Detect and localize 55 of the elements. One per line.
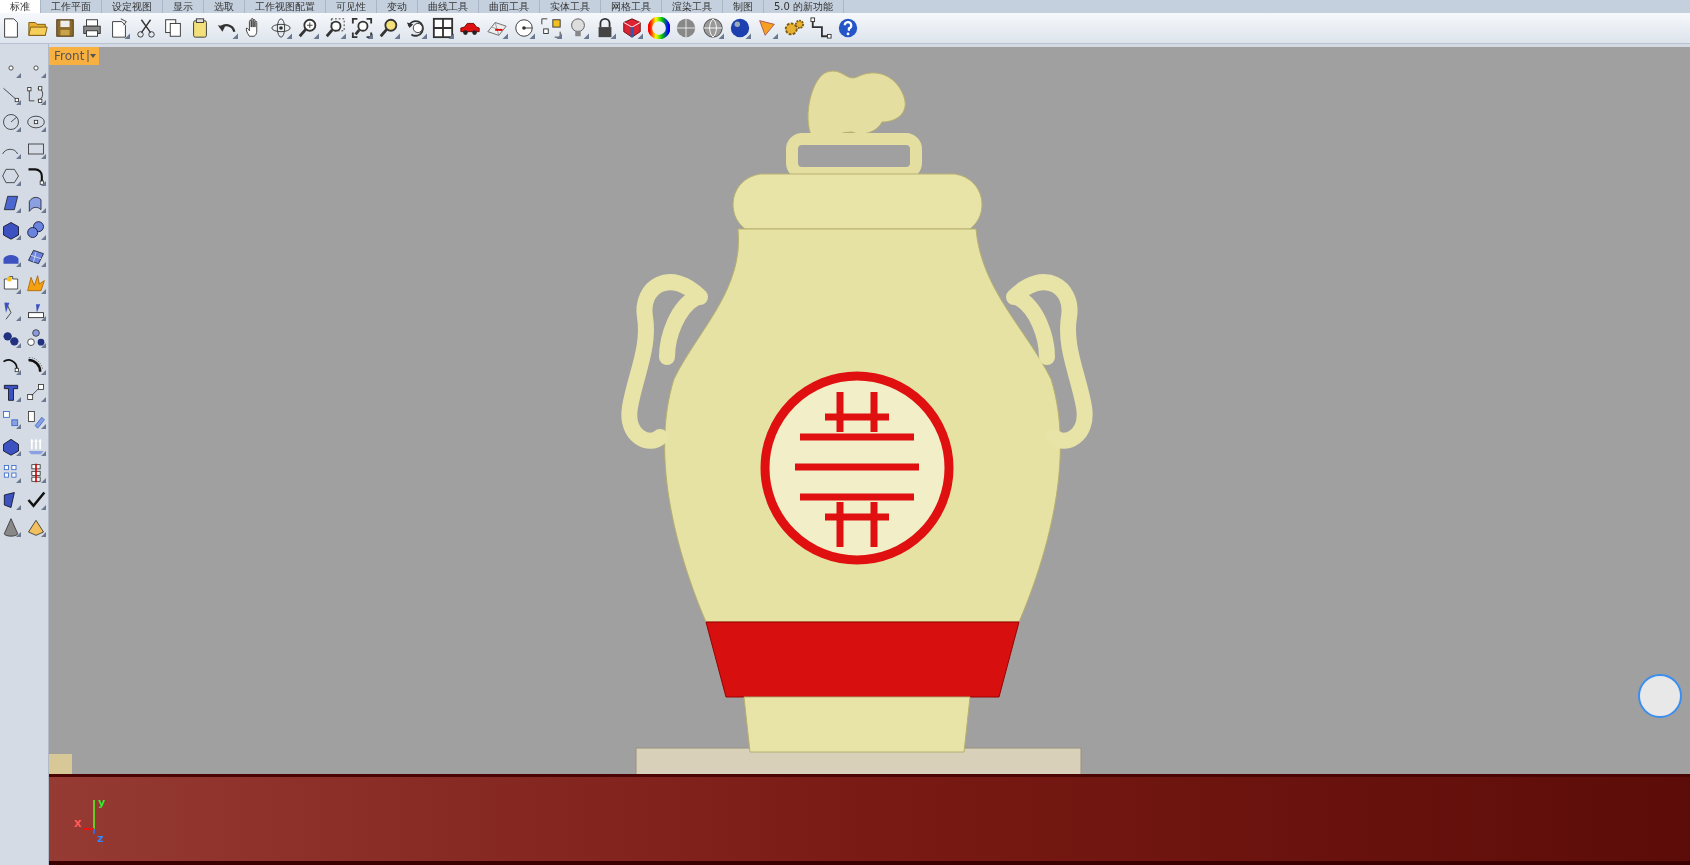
surface-icon[interactable] bbox=[1, 490, 21, 510]
circle-icon[interactable] bbox=[1, 112, 21, 132]
trim-icon[interactable] bbox=[26, 301, 46, 321]
point-cloud-icon[interactable] bbox=[26, 328, 46, 348]
save-icon[interactable] bbox=[54, 17, 76, 39]
circle-point-icon[interactable] bbox=[513, 17, 535, 39]
arrows-icon[interactable] bbox=[26, 436, 46, 456]
sphere-icon[interactable] bbox=[702, 17, 724, 39]
box-icon[interactable] bbox=[1, 220, 21, 240]
polyline-icon[interactable] bbox=[1, 85, 21, 105]
four-viewports-icon[interactable] bbox=[432, 17, 454, 39]
spheres-icon[interactable] bbox=[26, 220, 46, 240]
color-wheel-icon[interactable] bbox=[648, 17, 670, 39]
explode-icon[interactable] bbox=[26, 274, 46, 294]
cut-icon[interactable] bbox=[135, 17, 157, 39]
dropdown-icon[interactable] bbox=[87, 50, 98, 62]
rotate-view-icon[interactable] bbox=[405, 17, 427, 39]
curve-point-icon[interactable] bbox=[26, 355, 46, 375]
text-icon[interactable] bbox=[1, 382, 21, 402]
zoom-extents-icon[interactable] bbox=[351, 17, 373, 39]
zoom-window-icon[interactable] bbox=[324, 17, 346, 39]
zoom-icon[interactable] bbox=[297, 17, 319, 39]
axis-icon bbox=[82, 799, 95, 834]
ribbon-tab[interactable]: 标准 bbox=[0, 0, 41, 13]
viewport-title-tab[interactable]: Front bbox=[49, 47, 100, 65]
help-icon[interactable] bbox=[837, 17, 859, 39]
array-icon[interactable] bbox=[1, 409, 21, 429]
zoom-selected-icon[interactable] bbox=[378, 17, 400, 39]
fillet-curve-icon[interactable] bbox=[26, 166, 46, 186]
polygon-icon[interactable] bbox=[1, 166, 21, 186]
move-icon[interactable] bbox=[26, 382, 46, 402]
mesh-icon[interactable] bbox=[26, 247, 46, 267]
extrude-icon[interactable] bbox=[1, 436, 21, 456]
print-icon[interactable] bbox=[81, 17, 103, 39]
split-icon[interactable] bbox=[1, 301, 21, 321]
viewport-title[interactable]: Front bbox=[54, 49, 85, 63]
layers-icon[interactable] bbox=[621, 17, 643, 39]
rotate-icon[interactable] bbox=[26, 409, 46, 429]
pyramid-icon[interactable] bbox=[26, 517, 46, 537]
orbit-icon[interactable] bbox=[270, 17, 292, 39]
axis-label: y bbox=[98, 797, 106, 809]
axis-label: x bbox=[74, 816, 82, 830]
orientation-badge bbox=[1638, 674, 1682, 718]
connector-icon[interactable] bbox=[810, 17, 832, 39]
pennant-icon[interactable] bbox=[756, 17, 778, 39]
copy-icon[interactable] bbox=[162, 17, 184, 39]
curve-icon[interactable] bbox=[26, 85, 46, 105]
surface-icon[interactable] bbox=[1, 193, 21, 213]
grid-icon[interactable] bbox=[1, 463, 21, 483]
point-icon[interactable] bbox=[540, 17, 562, 39]
cone-icon[interactable] bbox=[1, 517, 21, 537]
check-icon[interactable] bbox=[26, 490, 46, 510]
ball-icon[interactable] bbox=[729, 17, 751, 39]
axis-label: z bbox=[97, 832, 104, 843]
puzzle-icon[interactable] bbox=[1, 274, 21, 294]
